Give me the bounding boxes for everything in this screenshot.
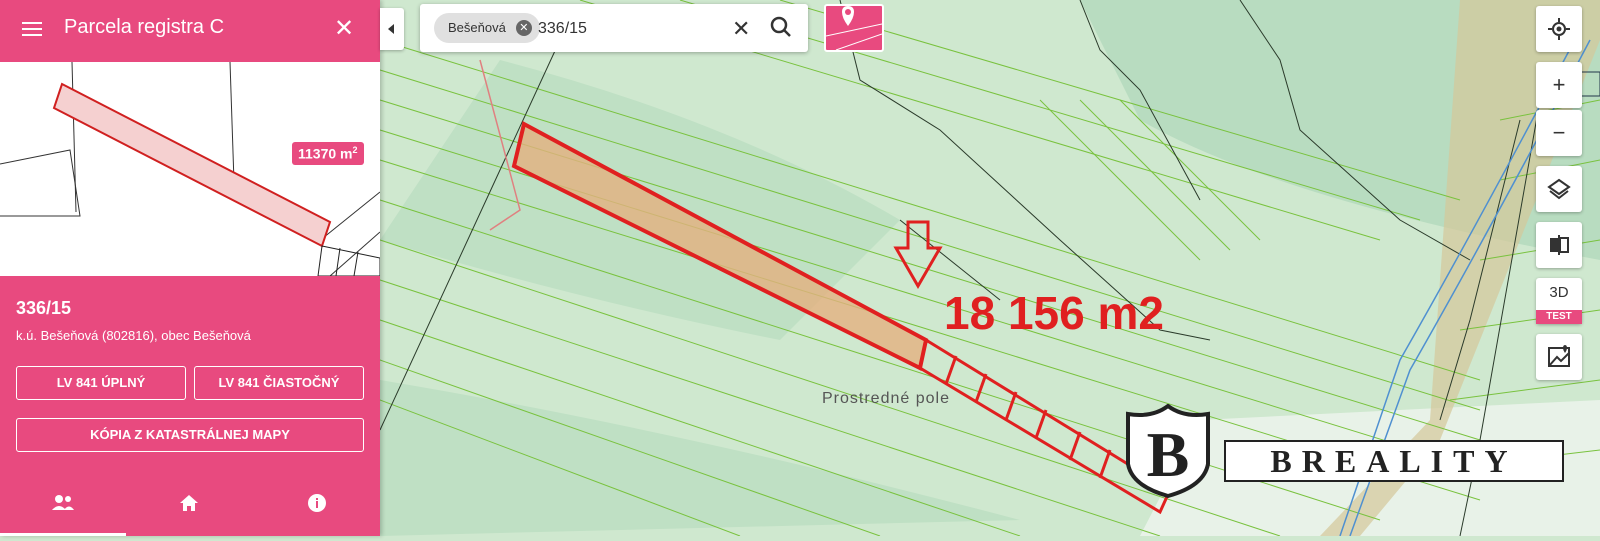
parcel-info: 336/15 k.ú. Bešeňová (802816), obec Beše… [0,276,380,536]
tab-info[interactable] [254,470,380,536]
parcel-panel: Parcela registra C ✕ 11370 m2 336/15 k.ú… [0,0,380,536]
zoom-in-icon: + [1552,72,1566,97]
lv-full-button[interactable]: LV 841 ÚPLNÝ [16,366,186,400]
zoom-out-icon: − [1552,120,1566,145]
compare-button[interactable] [1536,222,1582,268]
test-badge: TEST [1536,310,1582,324]
street-view-button[interactable] [1536,334,1582,380]
info-icon [308,494,326,512]
parcel-id: 336/15 [16,298,72,318]
zoom-out-button[interactable]: − [1536,110,1582,156]
location-chip[interactable]: Bešeňová ✕ [434,13,540,43]
collapse-panel-button[interactable] [380,8,404,50]
locate-icon [1548,18,1570,40]
search-input[interactable] [536,16,740,42]
location-chip-label: Bešeňová [448,20,506,35]
basemap-thumbnail-button[interactable] [824,4,884,52]
lv-partial-button[interactable]: LV 841 ČIASTOČNÝ [194,366,364,400]
clear-search-icon[interactable]: ✕ [732,16,750,42]
search-icon[interactable] [770,16,792,43]
menu-icon[interactable] [22,18,48,44]
chevron-left-icon [388,24,394,34]
logo-letter: B [1147,419,1190,490]
layers-button[interactable] [1536,166,1582,212]
locate-button[interactable] [1536,6,1582,52]
home-icon [180,495,198,511]
parcel-thumbnail: 11370 m2 [0,62,380,276]
close-icon[interactable]: ✕ [334,14,354,43]
layers-icon [1547,178,1571,200]
place-name: Prostredné pole [822,390,950,407]
three-d-icon: 3D [1549,284,1569,301]
area-annotation: 18 156 m2 [944,287,1164,339]
bottom-nav [0,470,380,536]
area-badge: 11370 m2 [292,142,364,165]
panel-title: Parcela registra C [64,16,225,38]
map-pin-icon [825,6,883,51]
brand-text: BREALITY [1224,440,1564,482]
people-icon [52,494,74,510]
map-copy-button[interactable]: KÓPIA Z KATASTRÁLNEJ MAPY [16,418,364,452]
logo-shield-icon: B [1126,403,1210,499]
parcel-location: k.ú. Bešeňová (802816), obec Bešeňová [16,328,251,343]
search-bar: Bešeňová ✕ ✕ [420,4,808,52]
compare-icon [1550,235,1569,255]
chip-remove-icon[interactable]: ✕ [515,20,532,36]
brand-logo: B [1124,403,1212,499]
tab-owners[interactable] [0,470,126,536]
panel-header: Parcela registra C ✕ [0,0,380,62]
tab-property[interactable] [126,470,252,536]
zoom-in-button[interactable]: + [1536,62,1582,108]
street-view-icon [1548,345,1570,367]
parcel-thumbnail-drawing [0,62,380,276]
